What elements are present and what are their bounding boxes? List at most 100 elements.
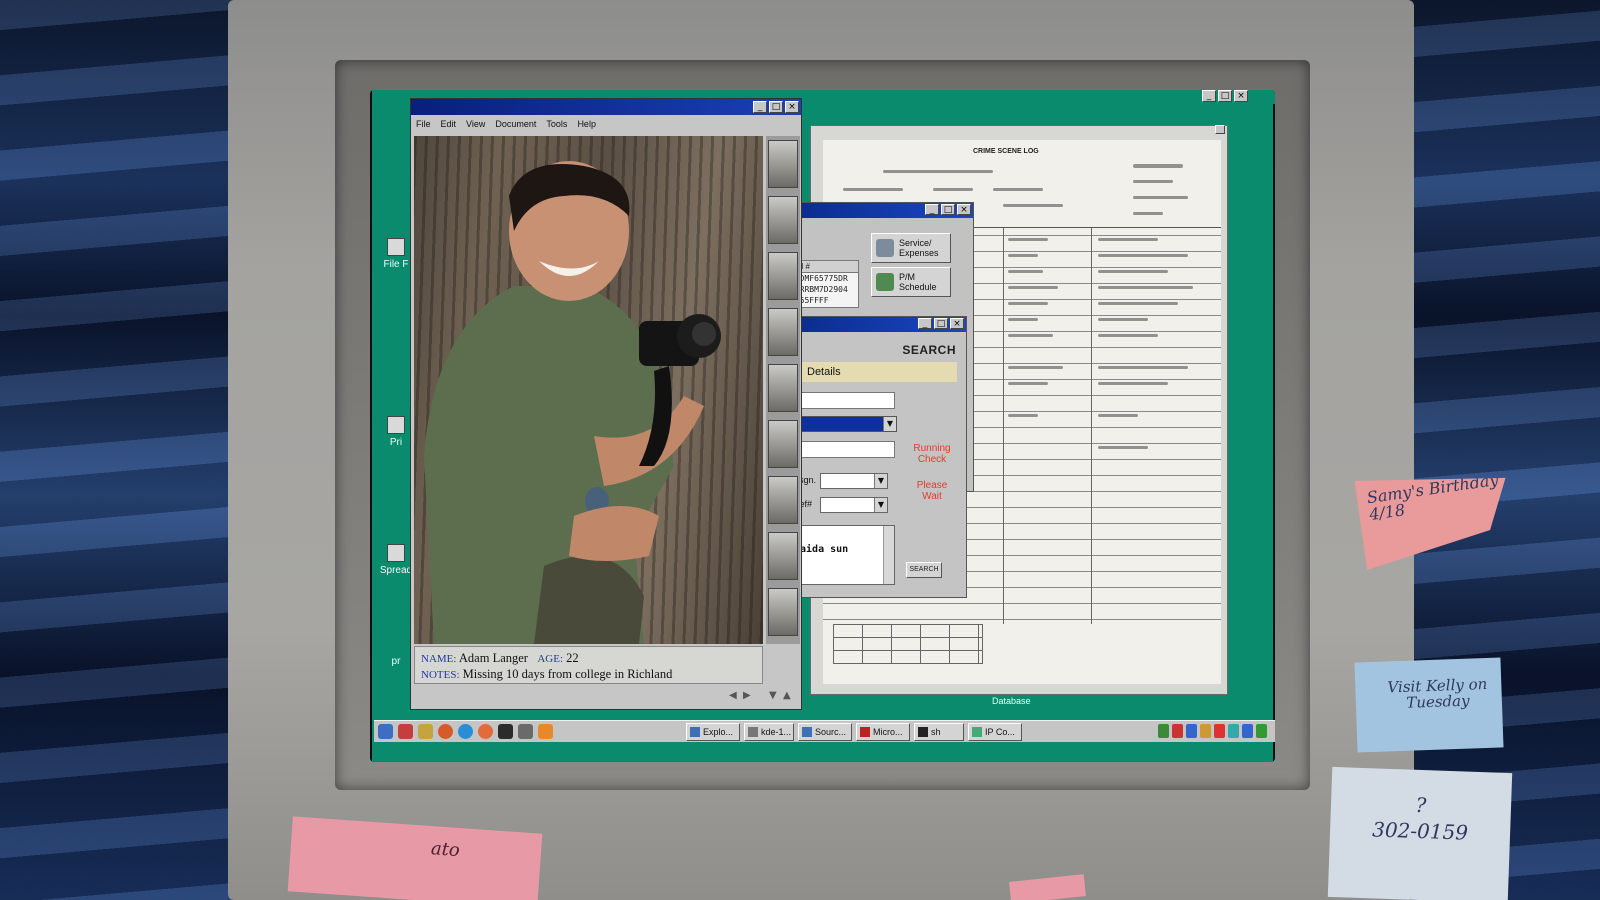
monitor-screen: File F Pri Spread pr _ □ × CRIME SCENE L… [370,90,1275,762]
source-icon [802,727,812,737]
column-divider [1003,228,1004,668]
status-icon[interactable] [1158,724,1169,738]
textarea-scrollbar[interactable] [883,526,894,584]
network-icon[interactable] [1186,724,1197,738]
thumbnail-strip [766,136,800,644]
document-icon [748,727,758,737]
document-footer-grid [823,624,1221,684]
close-icon[interactable]: × [785,101,799,113]
service-expenses-button[interactable]: Service/ Expenses [871,233,951,263]
close-icon[interactable]: × [1234,90,1248,102]
thumbnail[interactable] [768,588,798,636]
asgn-select[interactable]: ▼ [820,473,888,489]
search-dialog: _ □ × SEARCH Details ▼ Running Check Ple… [784,316,967,598]
thumbnail[interactable] [768,252,798,300]
taskbar-item-explorer[interactable]: Explo... [686,723,740,741]
thumbnail[interactable] [768,364,798,412]
handwriting [1098,366,1188,369]
taskbar-item-kde[interactable]: kde-1... [744,723,794,741]
handwriting [1098,318,1148,321]
menu-edit[interactable]: Edit [441,116,457,132]
details-tab[interactable]: Details [785,362,957,382]
alert-icon[interactable] [1172,724,1183,738]
security-icon[interactable] [1214,724,1225,738]
desktop: File F Pri Spread pr _ □ × CRIME SCENE L… [372,90,1275,762]
handwriting [1133,180,1173,183]
maximize-icon[interactable]: □ [769,101,783,113]
menu-file[interactable]: File [416,116,431,132]
close-icon[interactable]: × [957,204,971,215]
thumbnail[interactable] [768,140,798,188]
terminal-icon [918,727,928,737]
minimize-icon[interactable]: _ [925,204,939,215]
taskbar-item-shell[interactable]: sh [914,723,964,741]
window-icon[interactable] [518,724,533,739]
folder-icon[interactable] [418,724,433,739]
handwriting [1008,334,1053,337]
thumbnail[interactable] [768,308,798,356]
search-window-controls: _ □ × [918,318,964,329]
tools-icon[interactable] [398,724,413,739]
battery-icon[interactable] [1256,724,1267,738]
database-window-label: Database [992,696,1031,706]
thumbnail[interactable] [768,420,798,468]
handwriting [1003,204,1063,207]
running-check-status: Running Check [913,443,951,465]
maximize-icon[interactable]: □ [934,318,948,329]
search-button[interactable]: SEARCH [906,562,942,578]
maximize-icon[interactable]: □ [1218,90,1232,102]
handwriting [1008,270,1043,273]
name-age-row: NAME: Adam Langer AGE: 22 [421,651,762,667]
arrow-left-icon[interactable]: ◀ [729,690,737,701]
name-label: NAME: [421,653,457,665]
taskbar-item-ip[interactable]: IP Co... [968,723,1022,741]
menu-help[interactable]: Help [577,116,596,132]
menu-tools[interactable]: Tools [546,116,567,132]
handwriting [1098,286,1193,289]
browser-icon[interactable] [378,724,393,739]
minimize-icon[interactable]: _ [918,318,932,329]
thumbnail[interactable] [768,532,798,580]
arrow-up-icon[interactable]: ▲ [783,690,791,701]
viewer-window-controls: _ □ × [753,101,799,113]
handwriting [843,188,903,191]
minimize-icon[interactable]: _ [753,101,767,113]
menu-view[interactable]: View [466,116,485,132]
taskbar-item-micro[interactable]: Micro... [856,723,910,741]
app-icon[interactable] [538,724,553,739]
handwriting [1008,302,1048,305]
thumbnail[interactable] [768,476,798,524]
person-photo [414,136,763,644]
volume-icon[interactable] [1200,724,1211,738]
arrow-right-icon[interactable]: ▶ [743,690,751,701]
thumbnail[interactable] [768,196,798,244]
arrow-down-icon[interactable]: ▼ [769,690,777,701]
search-heading: SEARCH [902,343,956,357]
handwriting [1098,238,1158,241]
sticky-note-visit: Visit Kelly on Tuesday [1354,657,1504,753]
network-icon[interactable] [458,724,473,739]
menu-document[interactable]: Document [495,116,536,132]
minimize-icon[interactable]: _ [1202,90,1216,102]
globe-icon[interactable] [438,724,453,739]
monitor-icon[interactable] [1242,724,1253,738]
app-icon [860,727,870,737]
maximize-icon[interactable]: □ [941,204,955,215]
pm-schedule-button[interactable]: P/M Schedule [871,267,951,297]
ref-select[interactable]: ▼ [820,497,888,513]
sync-icon[interactable] [1228,724,1239,738]
panel-close-icon[interactable] [1215,125,1225,134]
handwriting [1008,414,1038,417]
notes-label: NOTES: [421,669,460,681]
close-icon[interactable]: × [950,318,964,329]
handwriting [1008,286,1058,289]
handwriting [1133,196,1188,199]
explorer-icon [690,727,700,737]
settings-icon[interactable] [478,724,493,739]
handwriting [1098,254,1188,257]
tools-icon [876,273,894,291]
terminal-icon[interactable] [498,724,513,739]
viewer-titlebar[interactable] [411,99,801,115]
taskbar-item-source[interactable]: Sourc... [798,723,852,741]
handwriting [1098,446,1148,449]
